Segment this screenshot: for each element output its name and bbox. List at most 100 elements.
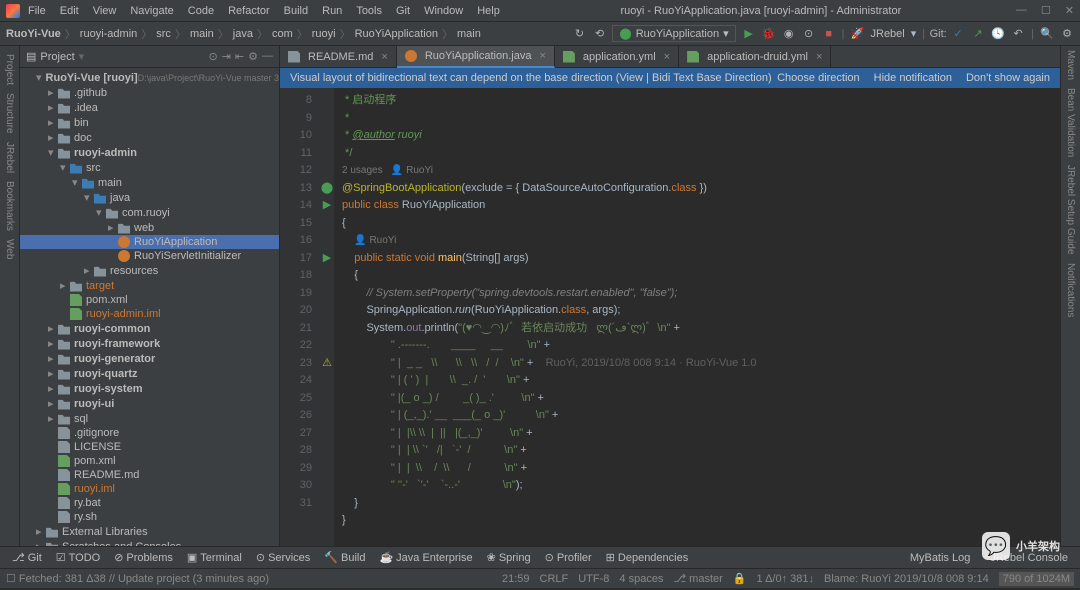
- jrebel-icon[interactable]: 🚀: [851, 27, 865, 41]
- info-link[interactable]: Choose direction: [777, 72, 860, 84]
- close-icon[interactable]: ✕: [1065, 4, 1074, 17]
- gutter-bean-validation[interactable]: Bean Validation: [1065, 88, 1076, 157]
- status-memory[interactable]: 790 of 1024M: [999, 572, 1074, 586]
- breadcrumb-item[interactable]: RuoYi-Vue: [6, 28, 61, 40]
- gutter-jrebel-setup-guide[interactable]: JRebel Setup Guide: [1065, 165, 1076, 255]
- tree-node[interactable]: ▸.github: [20, 85, 279, 100]
- gutter-maven[interactable]: Maven: [1065, 50, 1076, 80]
- tree-node[interactable]: LICENSE: [20, 440, 279, 454]
- hide-icon[interactable]: —: [262, 50, 273, 63]
- tree-node[interactable]: pom.xml: [20, 293, 279, 307]
- breadcrumb-item[interactable]: main: [190, 28, 214, 40]
- tree-node[interactable]: ▸ruoyi-quartz: [20, 366, 279, 381]
- tree-node[interactable]: .gitignore: [20, 426, 279, 440]
- gutter-jrebel[interactable]: JRebel: [4, 142, 15, 173]
- status-blame[interactable]: Blame: RuoYi 2019/10/8 008 9:14: [824, 573, 989, 585]
- close-tab-icon[interactable]: ×: [816, 51, 822, 63]
- git-revert-icon[interactable]: ↶: [1011, 27, 1025, 41]
- status-sync[interactable]: 1 Δ/0↑ 381↓: [757, 573, 815, 585]
- project-tab-label[interactable]: Project: [40, 51, 74, 63]
- menu-file[interactable]: File: [22, 3, 52, 19]
- project-tree[interactable]: ▾RuoYi-Vue [ruoyi] D:\java\Project\RuoYi…: [20, 68, 279, 546]
- menu-git[interactable]: Git: [390, 3, 416, 19]
- tree-node[interactable]: ▾src: [20, 160, 279, 175]
- menu-refactor[interactable]: Refactor: [222, 3, 276, 19]
- tree-node[interactable]: README.md: [20, 468, 279, 482]
- code-content[interactable]: * 启动程序 * * @author ruoyi */2 usages 👤 Ru…: [334, 88, 1060, 546]
- tool-spring[interactable]: ❀Spring: [481, 549, 537, 566]
- tab-application-druid.yml[interactable]: application-druid.yml×: [679, 46, 831, 68]
- tree-node[interactable]: ▸ruoyi-generator: [20, 351, 279, 366]
- tool-mybatis-log[interactable]: MyBatis Log: [904, 550, 977, 566]
- tool-build[interactable]: 🔨Build: [318, 549, 371, 566]
- close-tab-icon[interactable]: ×: [664, 51, 670, 63]
- search-icon[interactable]: 🔍: [1040, 27, 1054, 41]
- tree-node[interactable]: ▸web: [20, 220, 279, 235]
- tree-node[interactable]: ▸doc: [20, 130, 279, 145]
- status-branch[interactable]: ⎇ master: [673, 572, 722, 585]
- breadcrumb[interactable]: RuoYi-Vue〉ruoyi-admin〉src〉main〉java〉com〉…: [6, 26, 481, 42]
- stop-icon[interactable]: ■: [822, 27, 836, 41]
- settings-icon[interactable]: ⚙: [1060, 27, 1074, 41]
- status-pos[interactable]: 21:59: [502, 573, 530, 585]
- gutter-project[interactable]: Project: [4, 54, 15, 85]
- tool-todo[interactable]: ☑TODO: [50, 549, 106, 566]
- maximize-icon[interactable]: ☐: [1041, 4, 1051, 17]
- gutter-web[interactable]: Web: [4, 239, 15, 259]
- tree-node[interactable]: ▸bin: [20, 115, 279, 130]
- breadcrumb-item[interactable]: src: [156, 28, 171, 40]
- tab-README.md[interactable]: README.md×: [280, 46, 397, 68]
- menu-edit[interactable]: Edit: [54, 3, 85, 19]
- tree-node[interactable]: ▸.idea: [20, 100, 279, 115]
- status-indent[interactable]: 4 spaces: [619, 573, 663, 585]
- menu-navigate[interactable]: Navigate: [124, 3, 179, 19]
- minimize-icon[interactable]: —: [1016, 4, 1027, 17]
- tree-node[interactable]: ry.bat: [20, 496, 279, 510]
- breadcrumb-item[interactable]: ruoyi: [312, 28, 336, 40]
- git-push-icon[interactable]: ↗: [971, 27, 985, 41]
- git-icon[interactable]: Git:: [931, 27, 945, 41]
- status-encoding[interactable]: UTF-8: [578, 573, 609, 585]
- gutter-notifications[interactable]: Notifications: [1065, 263, 1076, 317]
- tool-problems[interactable]: ⊘Problems: [108, 549, 179, 566]
- tree-node[interactable]: ▸resources: [20, 263, 279, 278]
- collapse-icon[interactable]: ⇤: [235, 50, 244, 63]
- coverage-icon[interactable]: ◉: [782, 27, 796, 41]
- tool-git[interactable]: ⎇Git: [6, 549, 48, 566]
- tree-node[interactable]: pom.xml: [20, 454, 279, 468]
- git-history-icon[interactable]: 🕓: [991, 27, 1005, 41]
- run-config-selector[interactable]: ⬤ RuoYiApplication ▾: [612, 25, 735, 42]
- menu-view[interactable]: View: [87, 3, 123, 19]
- close-tab-icon[interactable]: ×: [539, 50, 545, 62]
- tree-node[interactable]: ▸Scratches and Consoles: [20, 539, 279, 546]
- status-fetch[interactable]: ☐ Fetched: 381 Δ38 // Update project (3 …: [6, 572, 269, 585]
- tree-node[interactable]: ruoyi.iml: [20, 482, 279, 496]
- close-tab-icon[interactable]: ×: [381, 51, 387, 63]
- tree-node[interactable]: ▾main: [20, 175, 279, 190]
- info-link[interactable]: Don't show again: [966, 72, 1050, 84]
- menu-code[interactable]: Code: [182, 3, 220, 19]
- breadcrumb-item[interactable]: com: [272, 28, 293, 40]
- editor-gutter[interactable]: ⬤▶▶⚠: [320, 88, 334, 546]
- tool-profiler[interactable]: ⊙Profiler: [539, 549, 598, 566]
- tree-node[interactable]: ry.sh: [20, 510, 279, 524]
- info-link[interactable]: Hide notification: [874, 72, 952, 84]
- menu-help[interactable]: Help: [471, 3, 506, 19]
- status-linesep[interactable]: CRLF: [540, 573, 569, 585]
- tree-node[interactable]: RuoYiServletInitializer: [20, 249, 279, 263]
- tree-node[interactable]: ▸ruoyi-common: [20, 321, 279, 336]
- tree-node[interactable]: ▸sql: [20, 411, 279, 426]
- select-opened-icon[interactable]: ⊙: [208, 50, 217, 63]
- breadcrumb-item[interactable]: RuoYiApplication: [355, 28, 438, 40]
- tab-RuoYiApplication.java[interactable]: RuoYiApplication.java×: [397, 46, 555, 68]
- tree-node[interactable]: RuoYiApplication: [20, 235, 279, 249]
- menu-run[interactable]: Run: [316, 3, 348, 19]
- tool-java-enterprise[interactable]: ☕Java Enterprise: [373, 549, 478, 566]
- tree-node[interactable]: ▸ruoyi-system: [20, 381, 279, 396]
- tree-node[interactable]: ▸target: [20, 278, 279, 293]
- status-lock-icon[interactable]: 🔒: [733, 572, 747, 585]
- tree-node[interactable]: ▸ruoyi-framework: [20, 336, 279, 351]
- breadcrumb-item[interactable]: ruoyi-admin: [80, 28, 137, 40]
- tool-dependencies[interactable]: ⊞Dependencies: [600, 549, 695, 566]
- debug-icon[interactable]: 🐞: [762, 27, 776, 41]
